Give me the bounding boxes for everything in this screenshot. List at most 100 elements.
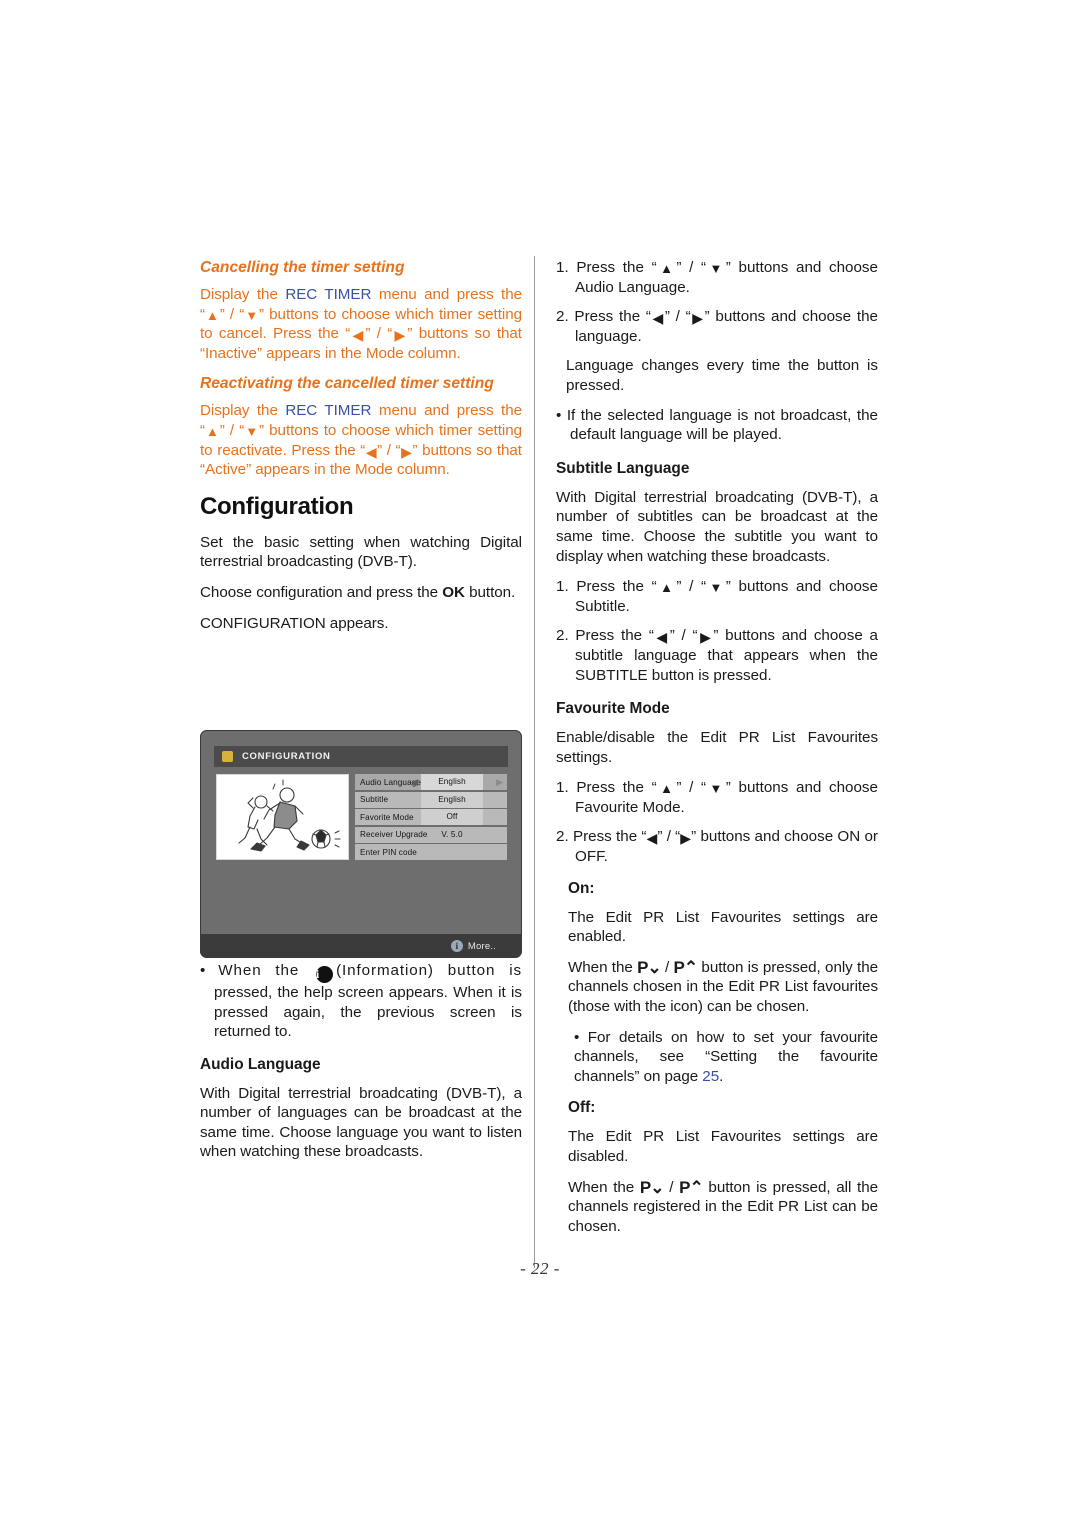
page-title: Configuration (200, 492, 354, 520)
para-off-disabled: The Edit PR List Favourites settings are… (568, 1128, 878, 1165)
off-p2-a: When the (568, 1178, 640, 1196)
favourite-on-block: On: The Edit PR List Favourites settings… (556, 879, 878, 1237)
step-subtitle-1: 1. Press the “▲” / “▼” buttons and choos… (556, 577, 878, 616)
para-on-enabled: The Edit PR List Favourites settings are… (568, 908, 878, 946)
up-arrow-icon: ▲ (656, 580, 677, 596)
step-subtitle-1-a: 1. Press the “ (556, 578, 657, 596)
right-arrow-icon: ▶ (697, 629, 714, 646)
tv-row-enter-pin-code[interactable]: Enter PIN code (355, 844, 507, 861)
ok-button-ref: OK (442, 583, 465, 601)
on-bullet-a: • For details on how to set your favouri… (574, 1028, 878, 1085)
tv-row-label: Favorite Mode (360, 812, 414, 822)
heading-subtitle-language: Subtitle Language (556, 459, 690, 477)
on-p2-b: / (660, 958, 674, 976)
para-cancel-t1: Display the (200, 286, 286, 303)
para-cancel-t3: ” / “ (219, 305, 245, 323)
heading-favourite-mode: Favourite Mode (556, 700, 670, 718)
menu-gear-icon (222, 751, 233, 762)
label-on: On: (568, 879, 595, 897)
down-arrow-icon: ▼ (706, 580, 726, 596)
down-arrow-icon: ▼ (244, 307, 260, 323)
para-react-t5: ” / “ (377, 441, 401, 459)
config-p2-a: Choose configuration and press the (200, 583, 443, 601)
tv-row-audio-language[interactable]: Audio Language ◀ English ▶ (355, 774, 507, 790)
page-number: - 22 - (520, 1259, 560, 1278)
configuration-screen-figure: CONFIGURATION Audio Language ◀ English ▶… (200, 730, 522, 958)
para-react-t3: ” / “ (219, 421, 245, 439)
right-column: 1. Press the “▲” / “▼” buttons and choos… (556, 258, 878, 1247)
left-arrow-icon[interactable]: ◀ (411, 774, 418, 790)
config-choose-paragraph: Choose configuration and press the OK bu… (200, 583, 522, 603)
down-arrow-icon: ▼ (244, 423, 260, 439)
bullet-information-button: • When the i (Information) button is pres… (200, 961, 522, 1041)
column-divider (534, 256, 535, 1268)
rec-timer-term: REC TIMER (285, 286, 372, 303)
step-fav-2-a: 2. Press the “ (556, 828, 647, 846)
para-favourite-mode: Enable/disable the Edit PR List Favourit… (556, 729, 878, 766)
step-subtitle-2: 2. Press the “◀” / “▶” buttons and choos… (556, 626, 878, 685)
tv-row-receiver-upgrade[interactable]: Receiver Upgrade V. 5.0 (355, 826, 507, 843)
tv-row-value: Off (421, 809, 483, 826)
right-arrow-icon: ▶ (690, 310, 705, 327)
config-intro-paragraph: Set the basic setting when watching Digi… (200, 533, 522, 571)
right-arrow-icon: ▶ (400, 443, 413, 460)
left-arrow-icon: ◀ (646, 830, 658, 847)
note-audio-language-change: Language changes every time the button i… (566, 357, 878, 394)
page-reference-link[interactable]: 25 (702, 1068, 719, 1085)
step-fav-2-b: ” / “ (657, 828, 681, 846)
right-arrow-icon[interactable]: ▶ (496, 774, 503, 790)
tv-row-subtitle[interactable]: Subtitle English (355, 791, 507, 808)
tv-settings-list: Audio Language ◀ English ▶ Subtitle Engl… (355, 774, 507, 862)
p-down-button-icon: P⌄ (639, 1177, 665, 1197)
tv-row-favorite-mode[interactable]: Favorite Mode Off (355, 809, 507, 826)
left-arrow-icon: ◀ (650, 310, 665, 327)
tv-row-value: V. 5.0 (441, 829, 463, 839)
step-fav-1-b: ” / “ (676, 779, 707, 797)
step-fav-1-a: 1. Press the “ (556, 779, 657, 797)
tv-status-bar: i More.. (200, 934, 522, 958)
right-arrow-icon: ▶ (392, 327, 408, 344)
tv-video-preview (216, 774, 349, 860)
tv-row-value (421, 844, 483, 860)
p-down-button-icon: P⌄ (637, 957, 662, 977)
up-arrow-icon: ▲ (656, 781, 677, 797)
step-audio-2: 2. Press the “◀” / “▶” buttons and choos… (556, 307, 878, 346)
information-icon: i (316, 965, 334, 983)
on-bullet-b: . (719, 1067, 724, 1085)
bullet-audio-default-text: If the selected language is not broadcas… (566, 406, 878, 444)
information-icon[interactable]: i (450, 940, 463, 952)
more-label[interactable]: More.. (468, 941, 496, 952)
off-p2-b: / (663, 1178, 680, 1196)
config-appears-paragraph: CONFIGURATION appears. (200, 614, 389, 632)
para-audio-language: With Digital terrestrial broadcating (DV… (200, 1084, 522, 1161)
p-up-button-icon: P⌃ (679, 1177, 704, 1197)
left-arrow-icon: ◀ (365, 443, 378, 460)
step-audio-1-a: 1. Press the “ (556, 259, 657, 276)
step-favourite-1: 1. Press the “▲” / “▼” buttons and choos… (556, 778, 878, 817)
left-arrow-icon: ◀ (653, 629, 670, 646)
right-arrow-icon: ▶ (680, 830, 692, 847)
left-column: Cancelling the timer setting Display the… (200, 258, 522, 1173)
step-audio-2-a: 2. Press the “ (556, 308, 651, 326)
heading-cancelling-timer: Cancelling the timer setting (200, 259, 405, 276)
para-cancelling-timer: Display the REC TIMER menu and press the… (200, 285, 522, 363)
up-arrow-icon: ▲ (656, 261, 677, 276)
step-audio-1: 1. Press the “▲” / “▼” buttons and choos… (556, 258, 878, 297)
step-subtitle-2-b: ” / “ (669, 627, 698, 645)
config-p2-c: button. (464, 583, 516, 601)
tv-row-label: Subtitle (360, 795, 389, 805)
para-on-pbutton: When the P⌄ / P⌃ button is pressed, only… (568, 958, 878, 1017)
up-arrow-icon: ▲ (205, 307, 220, 323)
bullet-info-b: (Information) button is (336, 961, 522, 979)
step-subtitle-1-b: ” / “ (676, 578, 707, 596)
down-arrow-icon: ▼ (706, 781, 726, 797)
step-subtitle-2-a: 2. Press the “ (556, 627, 654, 645)
rec-timer-term: REC TIMER (285, 402, 372, 420)
step-audio-1-b: ” / “ (676, 259, 707, 276)
step-audio-2-b: ” / “ (664, 308, 691, 326)
para-off-pbutton: When the P⌄ / P⌃ button is pressed, all … (568, 1178, 878, 1237)
bullet-info-a: When the (218, 961, 314, 979)
step-favourite-2: 2. Press the “◀” / “▶” buttons and choos… (556, 827, 878, 866)
tv-menu-title: CONFIGURATION (242, 751, 331, 762)
label-off: Off: (568, 1099, 596, 1117)
